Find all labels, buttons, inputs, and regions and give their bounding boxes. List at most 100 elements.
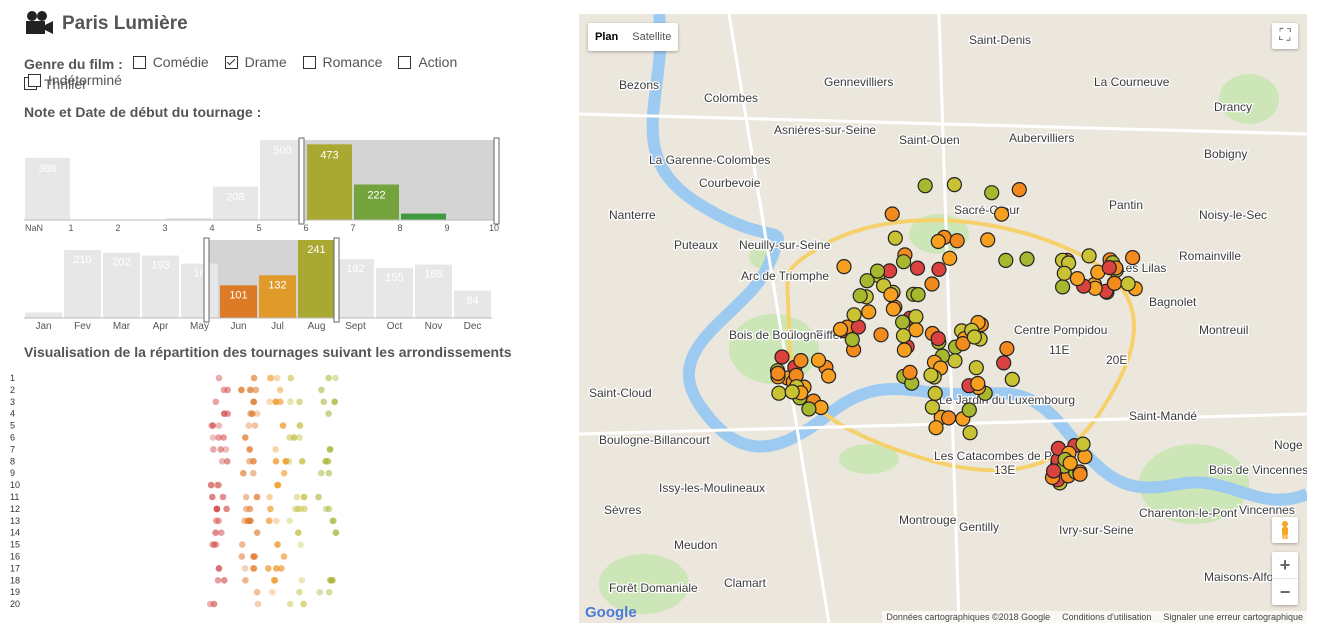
map-marker[interactable]: [1124, 250, 1141, 266]
map-marker[interactable]: [1046, 463, 1062, 479]
brush-handle[interactable]: [203, 237, 210, 323]
map-marker[interactable]: [836, 259, 852, 275]
map-marker[interactable]: [1004, 371, 1020, 387]
map-satellite-button[interactable]: Satellite: [625, 23, 678, 51]
map-marker[interactable]: [1069, 271, 1085, 287]
map-marker[interactable]: [996, 355, 1012, 371]
map-marker[interactable]: [1077, 449, 1093, 465]
terms-link[interactable]: Conditions d'utilisation: [1062, 612, 1151, 622]
map-marker[interactable]: [946, 177, 962, 193]
map-marker[interactable]: [930, 233, 946, 250]
map-marker[interactable]: [962, 425, 978, 441]
dot: [273, 517, 280, 525]
map-marker[interactable]: [869, 263, 886, 279]
map-marker[interactable]: [883, 287, 899, 303]
map-marker[interactable]: [908, 322, 924, 338]
map-marker[interactable]: [909, 260, 926, 276]
map-marker[interactable]: [770, 365, 786, 381]
checkbox-romance[interactable]: Romance: [302, 52, 382, 72]
map-marker[interactable]: [942, 250, 958, 266]
rating-histogram[interactable]: 388208500 473222NaN 1 2 3 4 5 6 7 8 9 10: [24, 137, 500, 233]
map-marker[interactable]: [1055, 279, 1071, 295]
map-marker[interactable]: [927, 385, 943, 401]
map-marker[interactable]: [980, 232, 996, 248]
map-marker[interactable]: [947, 353, 963, 369]
map-marker[interactable]: [1011, 182, 1027, 198]
map-marker[interactable]: [968, 360, 984, 376]
map-marker[interactable]: [861, 304, 877, 320]
map-marker[interactable]: [784, 384, 800, 400]
map-marker[interactable]: [931, 261, 947, 277]
checkbox-box[interactable]: [28, 73, 41, 87]
map-marker[interactable]: [1072, 466, 1088, 482]
map-marker[interactable]: [961, 402, 977, 418]
map-marker[interactable]: [887, 230, 903, 246]
brush-handle[interactable]: [333, 237, 340, 323]
map-marker[interactable]: [1101, 260, 1117, 276]
checkbox-comedie[interactable]: Comédie: [132, 52, 209, 72]
map-marker[interactable]: [846, 307, 862, 323]
map-marker[interactable]: [998, 252, 1014, 268]
map-marker[interactable]: [1120, 276, 1136, 292]
map-marker[interactable]: [994, 206, 1010, 222]
map-marker[interactable]: [895, 314, 911, 330]
map-marker[interactable]: [928, 420, 944, 436]
map-marker[interactable]: [844, 332, 860, 348]
report-error-link[interactable]: Signaler une erreur cartographique: [1163, 612, 1303, 622]
map-marker[interactable]: [895, 328, 912, 344]
map-marker[interactable]: [930, 331, 946, 347]
month-histogram[interactable]: 17210 202 19316101132241182155 16584Jan Fev M…: [24, 237, 492, 332]
map-marker[interactable]: [999, 341, 1015, 357]
map-marker[interactable]: [873, 327, 889, 343]
map-marker[interactable]: [884, 206, 900, 222]
map-marker[interactable]: [774, 349, 790, 365]
map-marker[interactable]: [1062, 455, 1078, 471]
checkbox-action[interactable]: Action: [398, 52, 457, 72]
map-marker[interactable]: [771, 385, 787, 401]
map-marker[interactable]: [1019, 251, 1035, 267]
map-marker[interactable]: [924, 276, 940, 292]
zoom-in-button[interactable]: +: [1272, 552, 1298, 578]
map-marker[interactable]: [810, 352, 827, 368]
bar[interactable]: [401, 213, 446, 220]
map-marker[interactable]: [885, 301, 901, 317]
pegman-icon[interactable]: [1272, 517, 1298, 543]
checkbox-indetermine[interactable]: Indéterminé: [28, 72, 122, 88]
map-marker[interactable]: [924, 399, 940, 415]
brush-handle[interactable]: [298, 137, 305, 225]
dot: [280, 553, 288, 560]
map-marker[interactable]: [902, 364, 918, 380]
map-plan-button[interactable]: Plan: [588, 23, 625, 51]
map-marker[interactable]: [832, 321, 849, 337]
map-marker[interactable]: [1075, 436, 1091, 452]
map-marker[interactable]: [852, 288, 868, 304]
map-marker[interactable]: [896, 342, 912, 358]
map[interactable]: Saint-Denis Colombes Asnières-sur-Seine Gen…: [579, 14, 1307, 623]
map-marker[interactable]: [970, 375, 986, 392]
map-marker[interactable]: [949, 233, 965, 249]
row-label: 15: [10, 540, 20, 550]
map-marker[interactable]: [821, 368, 837, 384]
map-marker[interactable]: [966, 329, 982, 345]
fullscreen-icon[interactable]: ⛶: [1272, 23, 1298, 49]
checkbox-box[interactable]: [398, 55, 412, 69]
map-marker[interactable]: [801, 401, 817, 417]
map-marker[interactable]: [941, 410, 957, 426]
map-marker[interactable]: [910, 287, 926, 303]
checkbox-box[interactable]: [224, 55, 238, 69]
map-marker[interactable]: [896, 254, 912, 270]
checkbox-box[interactable]: [302, 55, 316, 69]
checkbox-box[interactable]: [132, 55, 146, 69]
map-marker[interactable]: [793, 353, 809, 369]
checkbox-drame[interactable]: Drame: [224, 52, 287, 72]
map-marker[interactable]: [1056, 265, 1072, 281]
map-marker[interactable]: [923, 367, 939, 383]
map-marker[interactable]: [908, 309, 924, 325]
map-marker[interactable]: [917, 178, 933, 194]
map-canvas[interactable]: Saint-Denis Colombes Asnières-sur-Seine Gen…: [579, 14, 1307, 623]
zoom-out-button[interactable]: −: [1272, 578, 1298, 605]
brush-handle[interactable]: [493, 137, 500, 225]
map-marker[interactable]: [1081, 248, 1097, 264]
map-marker[interactable]: [1106, 275, 1123, 291]
map-marker[interactable]: [984, 185, 1000, 201]
